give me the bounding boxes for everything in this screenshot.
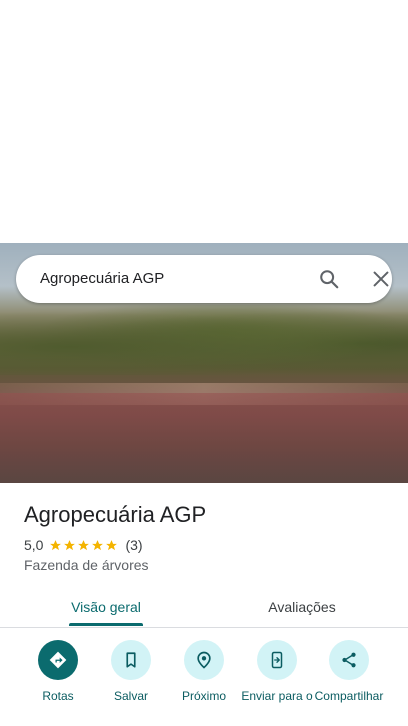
review-count: (3) <box>125 537 143 553</box>
bookmark-icon <box>126 652 136 668</box>
rating-value: 5,0 <box>24 537 44 553</box>
nearby-label: Próximo <box>181 689 226 703</box>
star-icon <box>92 539 104 550</box>
directions-label: Rotas <box>42 689 74 703</box>
directions-button-circle[interactable] <box>38 640 78 680</box>
star-icon <box>78 539 90 550</box>
save-button-circle[interactable] <box>111 640 151 680</box>
tabs-divider <box>0 627 408 628</box>
search-query-text[interactable]: Agropecuária AGP <box>40 270 164 287</box>
share-label: Compartilhar <box>314 689 384 703</box>
save-button[interactable]: Salvar <box>91 640 171 703</box>
star-rating <box>49 539 119 552</box>
share-icon <box>342 652 356 668</box>
nearby-icon <box>197 651 211 669</box>
nearby-button-circle[interactable] <box>184 640 224 680</box>
action-bar: Rotas Salvar Próximo Enviar para o Compa… <box>0 640 408 726</box>
photo-ground <box>0 393 408 483</box>
send-to-phone-button-circle[interactable] <box>257 640 297 680</box>
directions-button[interactable]: Rotas <box>18 640 98 703</box>
tab-overview[interactable]: Visão geral <box>38 588 174 626</box>
star-icon <box>50 539 62 550</box>
share-button-circle[interactable] <box>329 640 369 680</box>
star-icon <box>106 539 118 550</box>
place-tabs: Visão geral Avaliações <box>0 588 408 628</box>
place-title: Agropecuária AGP <box>24 502 207 527</box>
directions-icon <box>49 651 67 669</box>
search-icon[interactable] <box>318 268 340 290</box>
search-bar[interactable]: Agropecuária AGP <box>16 255 392 303</box>
send-to-phone-icon <box>271 651 283 669</box>
map-area-blank <box>0 0 408 243</box>
send-to-phone-button[interactable]: Enviar para o <box>237 640 317 703</box>
close-icon[interactable] <box>370 268 392 290</box>
photo-trees <box>0 305 408 375</box>
star-icon <box>64 539 76 550</box>
send-to-phone-label: Enviar para o <box>241 689 313 703</box>
place-category: Fazenda de árvores <box>24 557 149 573</box>
save-label: Salvar <box>113 689 148 703</box>
rating-row[interactable]: 5,0 (3) <box>24 537 143 553</box>
share-button[interactable]: Compartilhar <box>309 640 389 703</box>
tab-reviews[interactable]: Avaliações <box>234 588 370 626</box>
tab-selected-indicator <box>69 623 143 626</box>
nearby-button[interactable]: Próximo <box>164 640 244 703</box>
